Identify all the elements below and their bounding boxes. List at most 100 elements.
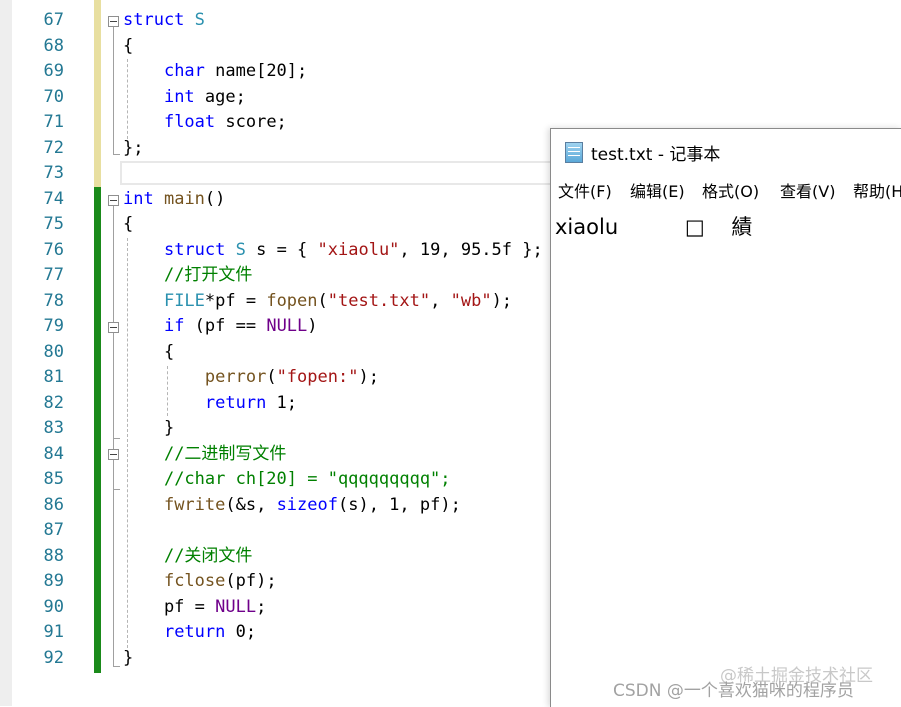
code-token: fclose: [163, 571, 226, 591]
fold-line-struct: [113, 27, 114, 154]
change-bar-modified: [94, 187, 101, 673]
code-token: fopen: [266, 290, 318, 311]
code-line: fwrite(&s, sizeof(s), 1, pf);: [123, 493, 461, 519]
menu-view[interactable]: 查看(V): [780, 178, 835, 202]
code-token: name[20];: [204, 61, 308, 81]
code-token: perror: [204, 367, 267, 387]
menu-help[interactable]: 帮助(H): [853, 178, 901, 202]
change-bar-saved: [94, 0, 101, 187]
code-token: (s), 1, pf);: [337, 494, 461, 515]
notepad-menu-bar: 文件(F) 编辑(E) 格式(O) 查看(V) 帮助(H): [551, 173, 901, 203]
code-token: };: [123, 137, 144, 158]
code-token: NULL: [215, 596, 257, 617]
notepad-window[interactable]: test.txt - 记事本 文件(F) 编辑(E) 格式(O) 查看(V) 帮…: [550, 128, 901, 707]
code-line: struct S: [123, 8, 205, 34]
code-token: "wb": [450, 290, 492, 311]
line-number: 76: [43, 239, 64, 260]
code-token: age;: [194, 86, 246, 107]
code-line: FILE*pf = fopen("test.txt", "wb");: [123, 289, 512, 315]
code-token: FILE: [163, 290, 205, 311]
code-token: //打开文件: [163, 265, 253, 285]
fold-toggle-main[interactable]: [108, 195, 119, 206]
code-token: 1;: [266, 392, 298, 413]
fold-toggle-if[interactable]: [108, 322, 119, 333]
code-line: //打开文件: [123, 263, 252, 289]
code-token: //二进制写文件: [163, 443, 287, 464]
code-line: int age;: [123, 85, 246, 111]
code-token: {: [123, 35, 134, 56]
code-token: pf =: [123, 596, 216, 617]
line-number: 74: [43, 188, 64, 209]
line-number: 82: [43, 392, 64, 413]
code-token: return: [163, 622, 226, 642]
line-number: 84: [43, 443, 64, 464]
current-line-highlight: [120, 161, 560, 185]
notepad-title: test.txt - 记事本: [591, 145, 721, 165]
line-number: 88: [43, 545, 64, 566]
line-number: 78: [43, 290, 64, 311]
csdn-watermark: CSDN @一个喜欢猫咪的程序员: [613, 681, 854, 701]
line-number: 69: [43, 61, 64, 81]
code-token: }: [123, 418, 175, 438]
code-line: {: [123, 212, 133, 238]
code-line: }: [123, 646, 133, 672]
code-line: }: [123, 416, 174, 442]
code-token: struct: [123, 10, 185, 30]
code-token: );: [358, 367, 379, 387]
code-line: fclose(pf);: [123, 569, 277, 595]
code-token: *pf =: [204, 290, 267, 311]
code-token: ): [307, 316, 318, 336]
code-line: return 1;: [123, 391, 297, 417]
code-line: //二进制写文件: [123, 442, 286, 468]
code-line: pf = NULL;: [123, 595, 266, 621]
line-number: 86: [43, 494, 64, 515]
editor-left-margin: [0, 0, 12, 706]
line-number: 68: [43, 35, 64, 56]
fold-end-if: [113, 438, 120, 439]
code-token: (pf ==: [184, 316, 267, 336]
code-token: S: [194, 10, 205, 30]
code-token: (pf);: [225, 571, 277, 591]
code-line: //关闭文件: [123, 544, 252, 570]
fold-toggle-struct[interactable]: [108, 16, 119, 27]
code-token: 0;: [225, 622, 257, 642]
code-line: {: [123, 34, 133, 60]
line-number: 72: [43, 137, 64, 158]
menu-file[interactable]: 文件(F): [558, 178, 612, 202]
code-token: (: [317, 290, 328, 311]
code-token: //关闭文件: [163, 545, 253, 566]
line-number: 70: [43, 86, 64, 107]
code-line: float score;: [123, 110, 287, 136]
code-token: S: [235, 239, 246, 260]
line-number: 83: [43, 418, 64, 438]
code-token: (): [204, 188, 226, 209]
code-token: int: [123, 188, 154, 209]
code-token: ,: [430, 290, 451, 311]
code-token: NULL: [266, 316, 308, 336]
line-number: 85: [43, 469, 64, 489]
code-token: ;: [256, 596, 267, 617]
code-token: );: [491, 290, 513, 311]
code-token: , 19, 95.5f };: [399, 239, 543, 260]
code-token: char: [163, 61, 205, 81]
code-token: {: [123, 214, 134, 234]
notepad-title-bar[interactable]: test.txt - 记事本: [551, 129, 901, 173]
notepad-text-area[interactable]: xiaolu □ 績: [555, 211, 752, 241]
code-line: char name[20];: [123, 59, 307, 85]
fold-end-struct: [113, 154, 120, 155]
notepad-icon: [565, 142, 583, 163]
code-token: main: [163, 188, 205, 209]
fold-toggle-comment[interactable]: [108, 449, 119, 460]
fold-end-comment: [113, 489, 120, 490]
menu-format[interactable]: 格式(O): [702, 178, 759, 202]
menu-edit[interactable]: 编辑(E): [630, 178, 685, 202]
